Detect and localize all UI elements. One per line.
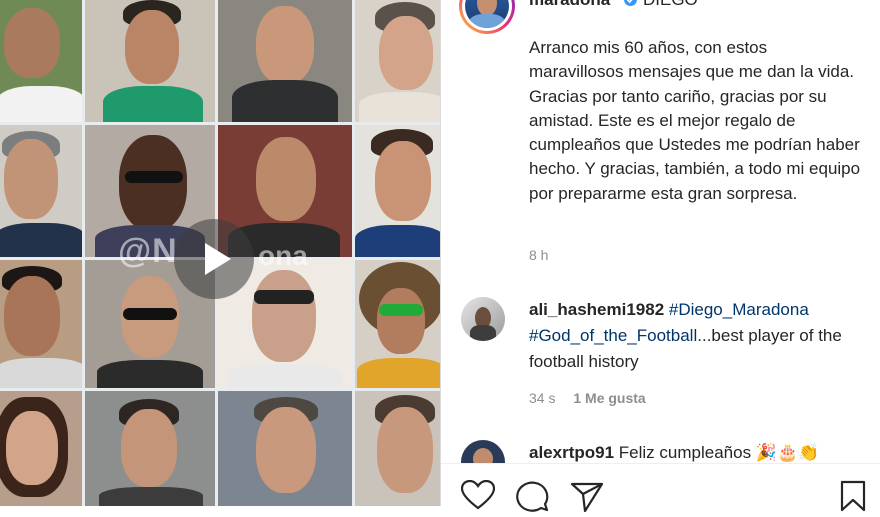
- author-extra: DIEGO: [643, 0, 698, 10]
- comment-icon[interactable]: [516, 480, 550, 517]
- video-tile: [218, 0, 352, 122]
- comment-emojis: 🎉🎂👏: [755, 443, 820, 462]
- heart-icon[interactable]: [460, 479, 496, 515]
- comment-text: alexrtpo91 Feliz cumpleaños 🎉🎂👏: [529, 440, 865, 464]
- video-tile: [355, 0, 440, 122]
- hashtag-link[interactable]: #Diego_Maradona: [669, 300, 809, 319]
- hashtag-link[interactable]: #God_of_the_Football: [529, 326, 697, 345]
- comment-meta: 34 s 1 Me gusta: [529, 390, 646, 406]
- play-button[interactable]: [174, 219, 254, 299]
- comment-time[interactable]: 34 s: [529, 390, 555, 406]
- watermark: @N: [118, 232, 178, 270]
- comment-likes[interactable]: 1 Me gusta: [573, 390, 645, 406]
- comment-item: ali_hashemi1982 #Diego_Maradona #God_of_…: [461, 297, 871, 417]
- comment-body: Feliz cumpleaños: [618, 443, 752, 462]
- commenter-username[interactable]: alexrtpo91: [529, 443, 614, 462]
- video-tile: [218, 391, 352, 506]
- video-tile: [0, 125, 82, 257]
- commenter-username[interactable]: ali_hashemi1982: [529, 300, 664, 319]
- action-bar: [441, 470, 880, 513]
- video-tile: [355, 260, 440, 388]
- video-tile: [355, 125, 440, 257]
- bookmark-icon[interactable]: [839, 480, 867, 517]
- video-tile: [0, 0, 82, 122]
- post-caption: Arranco mis 60 años, con estos maravillo…: [529, 38, 861, 203]
- divider: [441, 463, 880, 464]
- video-player[interactable]: @N ona: [0, 0, 440, 506]
- post-time[interactable]: 8 h: [529, 247, 548, 263]
- watermark: ona: [258, 240, 308, 271]
- share-icon[interactable]: [570, 480, 604, 517]
- video-tile: [85, 391, 215, 506]
- video-tile: [355, 391, 440, 506]
- verified-icon: [624, 0, 637, 6]
- video-tile: [0, 391, 82, 506]
- comment-item: alexrtpo91 Feliz cumpleaños 🎉🎂👏: [461, 440, 871, 464]
- post-panel: maradona DIEGO Arranco mis 60 años, con …: [441, 0, 880, 513]
- author-avatar[interactable]: [459, 0, 515, 34]
- commenter-avatar[interactable]: [461, 440, 505, 464]
- video-tile: [85, 0, 215, 122]
- play-icon: [205, 243, 231, 275]
- commenter-avatar[interactable]: [461, 297, 505, 341]
- comment-text: ali_hashemi1982 #Diego_Maradona #God_of_…: [529, 297, 865, 375]
- author-username[interactable]: maradona: [529, 0, 610, 10]
- video-tile: [0, 260, 82, 388]
